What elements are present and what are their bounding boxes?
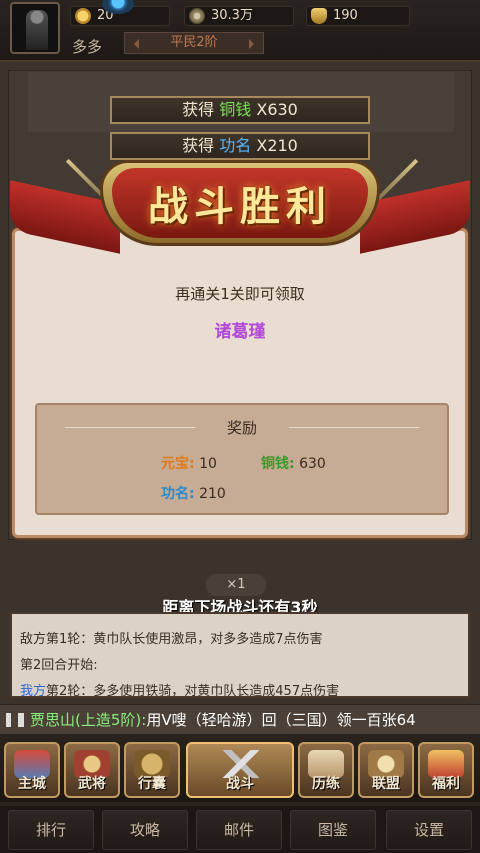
speaker-icon xyxy=(6,713,24,727)
nav-label: 联盟 xyxy=(372,776,400,792)
log-line: 第2回合开始: xyxy=(20,658,98,673)
marquee-text: 用V嗖（轻哈游）回（三国）领一百张64 xyxy=(146,711,416,729)
copper-resource: 30.3万 xyxy=(184,6,294,26)
reward-title: 奖励 xyxy=(226,419,257,437)
gain-item: 铜钱 xyxy=(219,100,252,119)
reward-label: 铜钱: xyxy=(261,456,295,472)
victory-banner: 战斗胜利 xyxy=(10,148,470,258)
marquee-sender: 贾思山(上造5阶): xyxy=(30,711,147,729)
nav-label: 战斗 xyxy=(226,776,254,792)
bottom-menu: 排行 攻略 邮件 图鉴 设置 xyxy=(0,806,480,853)
character-figure xyxy=(26,10,48,50)
reward-box: 奖励 元宝: 10 铜钱: 630 功名: 210 xyxy=(35,403,449,515)
reward-value: 10 xyxy=(199,456,217,472)
log-line: 我方第2轮：多多使用铁骑，对黄巾队长造成457点伤害 xyxy=(20,680,340,698)
game-screen: 20 30.3万 190 多多 平民2阶 获得 铜钱 X630 获得 功名 X2… xyxy=(0,0,480,853)
top-bar: 20 30.3万 190 多多 平民2阶 xyxy=(0,0,480,62)
mail-button[interactable]: 邮件 xyxy=(196,810,282,850)
reward-item-merit: 功名: 210 xyxy=(161,483,226,503)
ranking-button[interactable]: 排行 xyxy=(8,810,94,850)
log-line: 敌方第1轮：黄巾队长使用激昂，对多多造成7点伤害 xyxy=(20,632,323,647)
reward-value: 630 xyxy=(299,456,326,472)
chat-marquee[interactable]: 贾思山(上造5阶):用V嗖（轻哈游）回（三国）领一百张64 xyxy=(0,704,480,734)
reward-label: 功名: xyxy=(161,486,195,502)
reward-label: 元宝: xyxy=(161,456,195,472)
battle-log[interactable]: 敌方第1轮：黄巾队长使用激昂，对多多造成7点伤害 第2回合开始: 我方第2轮：多… xyxy=(10,612,470,698)
nav-label: 行囊 xyxy=(138,776,166,792)
victory-dialog: 再通关1关即可领取 诸葛瑾 奖励 元宝: 10 铜钱: 630 功名: 210 xyxy=(12,228,468,538)
ingot-icon xyxy=(311,8,327,24)
settings-button[interactable]: 设置 xyxy=(386,810,472,850)
nav-welfare[interactable]: 福利 xyxy=(418,742,474,798)
guide-button[interactable]: 攻略 xyxy=(102,810,188,850)
main-nav: 主城 武将 行囊 战斗 历练 联盟 福利 xyxy=(0,736,480,802)
gain-prefix: 获得 xyxy=(182,100,215,119)
unlock-hint: 再通关1关即可领取 xyxy=(175,285,305,303)
reward-item-yuanbao: 元宝: 10 xyxy=(161,453,217,473)
log-text: 第2轮：多多使用铁骑，对黄巾队长造成457点伤害 xyxy=(46,684,340,698)
rank-badge: 平民2阶 xyxy=(124,32,264,54)
battle-speed-button[interactable]: ×1 xyxy=(206,574,266,596)
nav-label: 历练 xyxy=(312,776,340,792)
nav-alliance[interactable]: 联盟 xyxy=(358,742,414,798)
copper-coin-icon xyxy=(189,8,205,24)
gain-amount: X630 xyxy=(256,100,298,119)
victory-title: 战斗胜利 xyxy=(148,183,332,230)
nav-label: 武将 xyxy=(78,776,106,792)
copper-value: 30.3万 xyxy=(211,8,253,23)
reward-value: 210 xyxy=(199,486,226,502)
player-name: 多多 xyxy=(72,38,103,56)
gain-copper-line: 获得 铜钱 X630 xyxy=(110,96,370,124)
nav-label: 主城 xyxy=(18,776,46,792)
ingot-resource: 190 xyxy=(306,6,410,26)
log-side: 我方 xyxy=(20,684,47,698)
hero-name: 诸葛瑾 xyxy=(214,322,266,342)
codex-button[interactable]: 图鉴 xyxy=(290,810,376,850)
reward-item-copper: 铜钱: 630 xyxy=(261,453,326,473)
nav-battle[interactable]: 战斗 xyxy=(186,742,294,798)
nav-label: 福利 xyxy=(432,776,460,792)
nav-training[interactable]: 历练 xyxy=(298,742,354,798)
coin-icon xyxy=(75,8,91,24)
nav-main-city[interactable]: 主城 xyxy=(4,742,60,798)
nav-bag[interactable]: 行囊 xyxy=(124,742,180,798)
nav-generals[interactable]: 武将 xyxy=(64,742,120,798)
ingot-value: 190 xyxy=(333,8,358,23)
avatar[interactable] xyxy=(10,2,60,54)
